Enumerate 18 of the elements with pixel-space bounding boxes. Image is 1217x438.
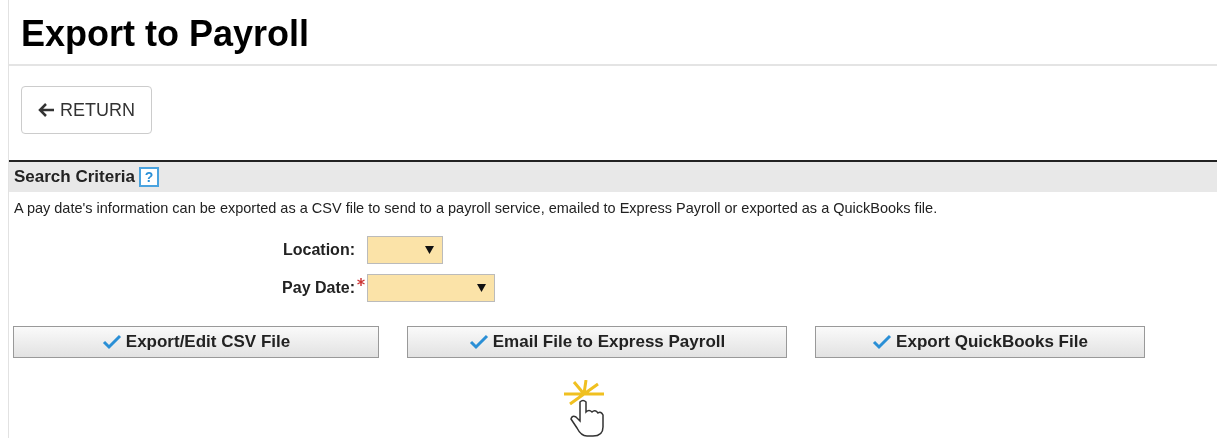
action-button[interactable]: Export QuickBooks File: [815, 325, 1145, 358]
field-label: Location:: [283, 239, 355, 260]
dropdown-arrow-icon: [477, 283, 486, 292]
arrow-left-icon: [38, 102, 56, 118]
dropdown-field[interactable]: [367, 235, 443, 264]
section-description: A pay date's information can be exported as a CSV file to send to a payroll service, emailed to Express Payroll or exported as a QuickBooks file.: [13, 199, 939, 218]
dropdown-arrow-icon: [425, 245, 434, 254]
help-button[interactable]: ?: [138, 167, 159, 187]
dropdown-field[interactable]: [367, 273, 495, 302]
checkmark-icon: [468, 333, 489, 350]
section-title: Search Criteria: [14, 166, 135, 189]
checkmark-icon: [872, 333, 893, 350]
return-button[interactable]: RETURN: [21, 86, 152, 134]
action-button[interactable]: Email File to Express Payroll: [407, 325, 787, 358]
field-label: Pay Date:: [282, 277, 355, 298]
checkmark-icon: [101, 333, 122, 350]
page-title: Export to Payroll: [21, 12, 310, 56]
action-button[interactable]: Export/Edit CSV File: [13, 325, 379, 358]
